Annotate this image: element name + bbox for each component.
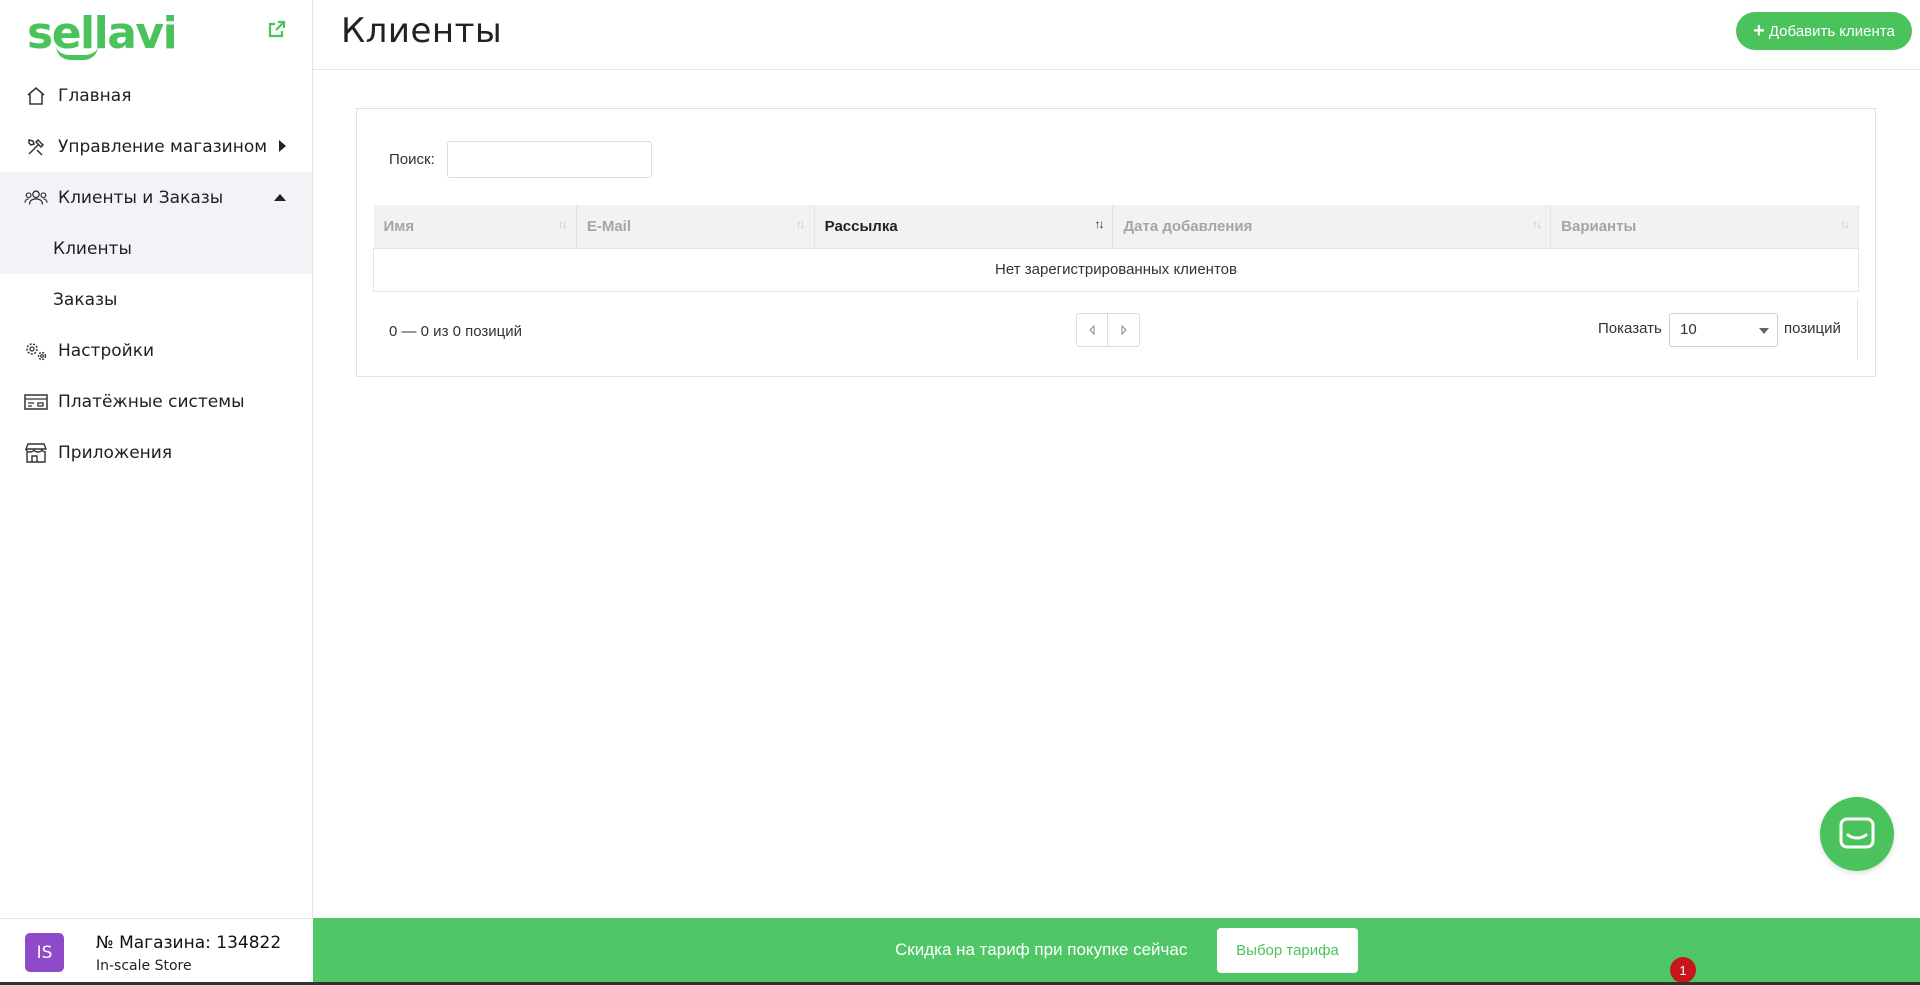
sidebar-item-label: Приложения: [58, 442, 173, 463]
column-header-name[interactable]: Имя ↑↓: [373, 205, 577, 248]
column-label: Рассылка: [824, 217, 898, 235]
table-info: 0 — 0 из 0 позиций: [389, 323, 523, 340]
logo-row: sellavi: [0, 0, 312, 70]
sidebar-item-store-management[interactable]: Управление магазином: [0, 121, 312, 172]
column-label: E-Mail: [586, 217, 632, 235]
sidebar: sellavi Главная Управление магазином Кли…: [0, 0, 313, 985]
sidebar-item-apps[interactable]: Приложения: [0, 427, 312, 478]
clients-card: Поиск: Имя ↑↓ E-Mail ↑↓ Рассылка ↑↓ Дата…: [356, 108, 1876, 377]
external-link-icon[interactable]: [267, 19, 287, 39]
sidebar-nav: Главная Управление магазином Клиенты и З…: [0, 70, 312, 478]
sidebar-item-label: Управление магазином: [58, 136, 268, 157]
store-name: In-scale Store: [96, 958, 192, 974]
add-client-label: Добавить клиента: [1768, 22, 1895, 40]
sidebar-item-label: Клиенты и Заказы: [58, 187, 224, 208]
chevron-left-icon: [1089, 325, 1095, 335]
column-label: Варианты: [1561, 217, 1637, 235]
page-size-label: Показать: [1598, 320, 1662, 337]
chevron-up-icon: [274, 194, 286, 201]
sort-icon: ↑↓: [795, 217, 806, 231]
column-label: Дата добавления: [1123, 217, 1253, 235]
sidebar-item-label: Платёжные системы: [58, 391, 245, 412]
store-icon: [24, 441, 48, 465]
tools-icon: [24, 135, 48, 159]
sidebar-item-clients-orders[interactable]: Клиенты и Заказы: [0, 172, 312, 223]
column-header-newsletter[interactable]: Рассылка ↑↓: [814, 205, 1114, 248]
payment-icon: [24, 390, 48, 414]
empty-table-message: Нет зарегистрированных клиентов: [373, 247, 1859, 292]
promo-text: Скидка на тариф при покупке сейчас: [895, 940, 1188, 959]
next-page-button[interactable]: [1108, 313, 1140, 347]
plus-icon: +: [1753, 20, 1765, 42]
choose-plan-button[interactable]: Выбор тарифа: [1217, 928, 1358, 973]
sidebar-item-label: Настройки: [58, 340, 155, 361]
chevron-down-icon: [1759, 328, 1769, 334]
home-icon: [24, 84, 48, 108]
pagination: [1076, 313, 1140, 347]
users-icon: [24, 186, 48, 210]
app-root: sellavi Главная Управление магазином Кли…: [0, 0, 1920, 985]
column-header-options[interactable]: Варианты ↑↓: [1550, 205, 1859, 248]
store-info[interactable]: IS № Магазина: 134822 In-scale Store: [0, 918, 313, 985]
page-size-value: 10: [1680, 321, 1697, 338]
chevron-right-icon: [1121, 325, 1127, 335]
chat-widget-button[interactable]: [1820, 797, 1894, 871]
divider: [1857, 299, 1858, 359]
sort-icon: ↑↓: [557, 217, 568, 231]
sidebar-item-label: Главная: [58, 85, 132, 106]
search-input[interactable]: [447, 141, 652, 178]
avatar: IS: [25, 933, 64, 972]
sidebar-item-payment-systems[interactable]: Платёжные системы: [0, 376, 312, 427]
page-size-suffix: позиций: [1784, 320, 1841, 337]
column-header-email[interactable]: E-Mail ↑↓: [576, 205, 815, 248]
sidebar-subitem-clients[interactable]: Клиенты: [0, 223, 312, 274]
sort-desc-icon: ↑↓: [1094, 217, 1104, 231]
notification-badge[interactable]: 1: [1670, 957, 1696, 983]
page-title: Клиенты: [341, 11, 503, 51]
chevron-right-icon: [279, 140, 286, 152]
search-label: Поиск:: [389, 151, 435, 168]
sidebar-item-settings[interactable]: Настройки: [0, 325, 312, 376]
page-size-select[interactable]: 10: [1669, 313, 1778, 347]
gears-icon: [24, 339, 48, 363]
store-number: № Магазина: 134822: [96, 933, 282, 953]
table-row: Нет зарегистрированных клиентов: [373, 247, 1859, 292]
chat-icon: [1839, 817, 1875, 849]
add-client-button[interactable]: + Добавить клиента: [1736, 12, 1912, 50]
page-header: Клиенты + Добавить клиента: [313, 0, 1920, 70]
sort-icon: ↑↓: [1532, 217, 1542, 231]
sidebar-item-home[interactable]: Главная: [0, 70, 312, 121]
previous-page-button[interactable]: [1076, 313, 1108, 347]
sidebar-subitem-orders[interactable]: Заказы: [0, 274, 312, 325]
column-label: Имя: [383, 217, 415, 235]
sort-icon: ↑↓: [1840, 217, 1850, 231]
table-header-row: Имя ↑↓ E-Mail ↑↓ Рассылка ↑↓ Дата добавл…: [373, 205, 1859, 248]
clients-table: Имя ↑↓ E-Mail ↑↓ Рассылка ↑↓ Дата добавл…: [373, 205, 1859, 292]
brand-logo[interactable]: sellavi: [27, 8, 178, 59]
column-header-date-added[interactable]: Дата добавления ↑↓: [1112, 205, 1552, 248]
